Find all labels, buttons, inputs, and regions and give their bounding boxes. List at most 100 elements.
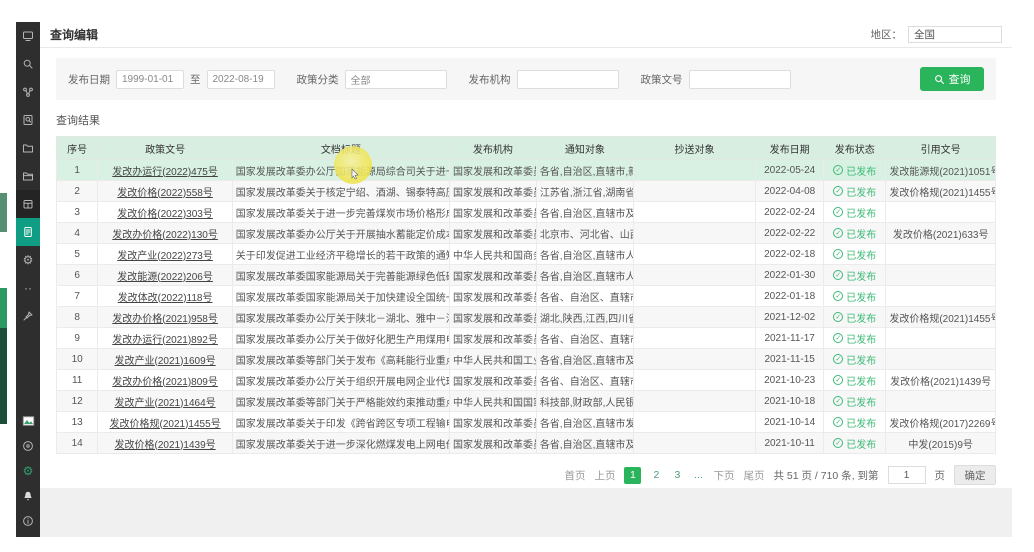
first-page-button[interactable]: 首页: [564, 468, 585, 483]
folder-open-icon[interactable]: [16, 162, 40, 190]
category-label: 政策分类: [297, 72, 339, 87]
doc-no-link[interactable]: 发改办价格(2022)130号: [112, 230, 218, 241]
cell-no: 7: [57, 286, 98, 307]
cell-agency: 国家发展和改革委员会: [449, 433, 536, 454]
table-row[interactable]: 14 发改价格(2021)1439号 国家发展改革委关于进一步深化燃煤发电上网电…: [57, 433, 996, 454]
doc-no-link[interactable]: 发改办运行(2022)475号: [112, 167, 218, 178]
cell-notify: 各省,自治区,直辖市,新疆生: [536, 160, 633, 181]
confirm-button[interactable]: 确定: [954, 465, 996, 485]
cell-doc-no: 发改价格规(2021)1455号: [98, 412, 232, 433]
table-row[interactable]: 7 发改体改(2022)118号 国家发展改革委国家能源局关于加快建设全国统一电…: [57, 286, 996, 307]
sidebar-bottom: ⚙: [16, 408, 40, 533]
doc-no-link[interactable]: 发改体改(2022)118号: [118, 293, 213, 304]
table-row[interactable]: 5 发改产业(2022)273号 关于印发促进工业经济平稳增长的若干政策的通知 …: [57, 244, 996, 265]
pin-icon[interactable]: [16, 302, 40, 330]
cell-date: 2022-01-18: [756, 286, 824, 307]
prev-page-button[interactable]: 上页: [594, 468, 615, 483]
doc-no-input[interactable]: [689, 70, 791, 89]
published-check-icon: [833, 207, 843, 217]
doc-no-link[interactable]: 发改价格(2022)303号: [117, 209, 213, 220]
cell-cc: [634, 160, 756, 181]
status-text: 已发布: [846, 205, 876, 220]
search-icon[interactable]: [16, 50, 40, 78]
bell-icon[interactable]: [16, 483, 40, 508]
doc-no-link[interactable]: 发改办运行(2021)892号: [112, 335, 218, 346]
table-row[interactable]: 13 发改价格规(2021)1455号 国家发展改革委关于印发《跨省跨区专项工程…: [57, 412, 996, 433]
table-row[interactable]: 12 发改产业(2021)1464号 国家发展改革委等部门关于严格能效约束推动重…: [57, 391, 996, 412]
cell-date: 2021-12-02: [756, 307, 824, 328]
doc-no-link[interactable]: 发改办价格(2021)958号: [112, 314, 218, 325]
doc-no-link[interactable]: 发改产业(2022)273号: [117, 251, 213, 262]
page-number[interactable]: 1: [624, 467, 641, 484]
cell-notify: 北京市、河北省、山西: [536, 223, 633, 244]
date-to-input[interactable]: [207, 70, 275, 89]
doc-no-link[interactable]: 发改价格规(2021)1455号: [110, 419, 221, 430]
table-row[interactable]: 1 发改办运行(2022)475号 国家发展改革委办公厅国家能源局综合司关于进一…: [57, 160, 996, 181]
table-row[interactable]: 4 发改办价格(2022)130号 国家发展改革委办公厅关于开展抽水蓄能定价成本…: [57, 223, 996, 244]
table-row[interactable]: 2 发改价格(2022)558号 国家发展改革委关于核定宁绍、酒湖、锡泰特高压直…: [57, 181, 996, 202]
doc-no-link[interactable]: 发改产业(2021)1609号: [115, 356, 216, 367]
agency-input[interactable]: [517, 70, 619, 89]
cell-cc: [634, 412, 756, 433]
cell-date: 2021-11-15: [756, 349, 824, 370]
more-icon[interactable]: ··: [16, 274, 40, 302]
cell-no: 3: [57, 202, 98, 223]
search-button[interactable]: 查询: [920, 67, 984, 91]
info-icon[interactable]: [16, 508, 40, 533]
cell-cc: [634, 307, 756, 328]
status-text: 已发布: [846, 352, 876, 367]
published-check-icon: [833, 291, 843, 301]
next-page-button[interactable]: 下页: [713, 468, 734, 483]
cell-doc-no: 发改产业(2021)1609号: [98, 349, 232, 370]
cell-status: 已发布: [824, 391, 886, 412]
cell-notify: 各省、自治区、直辖市发: [536, 328, 633, 349]
doc-no-link[interactable]: 发改能源(2022)206号: [117, 272, 213, 283]
status-text: 已发布: [846, 394, 876, 409]
cell-status: 已发布: [824, 265, 886, 286]
cell-status: 已发布: [824, 160, 886, 181]
page-unit-label: 页: [935, 468, 946, 483]
category-input[interactable]: [345, 70, 447, 89]
cell-notify: 各省,自治区,直辖市及计划: [536, 202, 633, 223]
table-row[interactable]: 8 发改办价格(2021)958号 国家发展改革委办公厅关于陕北－湖北、雅中－江…: [57, 307, 996, 328]
folder-icon[interactable]: [16, 134, 40, 162]
doc-no-link[interactable]: 发改办价格(2021)809号: [112, 377, 218, 388]
cell-cc: [634, 328, 756, 349]
cell-notify: 江苏省,浙江省,湖南省,内蒙: [536, 181, 633, 202]
table-row[interactable]: 9 发改办运行(2021)892号 国家发展改革委办公厅关于做好化肥生产用煤用电…: [57, 328, 996, 349]
monitor-edit-icon[interactable]: [16, 22, 40, 50]
published-check-icon: [833, 249, 843, 259]
cell-doc-no: 发改价格(2022)303号: [98, 202, 232, 223]
table-row[interactable]: 10 发改产业(2021)1609号 国家发展改革委等部门关于发布《高耗能行业重…: [57, 349, 996, 370]
cell-status: 已发布: [824, 202, 886, 223]
date-from-input[interactable]: [116, 70, 184, 89]
table-row[interactable]: 3 发改价格(2022)303号 国家发展改革委关于进一步完善煤炭市场价格形成机…: [57, 202, 996, 223]
click-indicator: [334, 146, 372, 184]
green-gear-icon[interactable]: ⚙: [16, 458, 40, 483]
cell-title: 国家发展改革委等部门关于严格能效约束推动重点领域节能降: [232, 391, 449, 412]
document-icon[interactable]: [16, 218, 40, 246]
doc-search-icon[interactable]: [16, 106, 40, 134]
doc-no-link[interactable]: 发改价格(2021)1439号: [115, 440, 216, 451]
page-number[interactable]: 3: [671, 469, 683, 481]
image-thumb-icon[interactable]: [16, 408, 40, 433]
compass-icon[interactable]: [16, 433, 40, 458]
cell-no: 13: [57, 412, 98, 433]
last-page-button[interactable]: 尾页: [743, 468, 764, 483]
region-input[interactable]: [908, 26, 1002, 43]
goto-page-input[interactable]: [888, 466, 926, 484]
gear-icon[interactable]: ⚙: [16, 246, 40, 274]
cell-cited: 发改价格规(2017)2269号;中发: [886, 412, 996, 433]
cell-title: 国家发展改革委关于核定宁绍、酒湖、锡泰特高压直流工程输: [232, 181, 449, 202]
table-row[interactable]: 11 发改办价格(2021)809号 国家发展改革委办公厅关于组织开展电网企业代…: [57, 370, 996, 391]
page-number[interactable]: 2: [650, 469, 662, 481]
page-title: 查询编辑: [50, 26, 98, 43]
cell-agency: 中华人民共和国商务部,中: [449, 244, 536, 265]
col-header-agency: 发布机构: [449, 137, 536, 160]
flow-icon[interactable]: [16, 78, 40, 106]
doc-no-link[interactable]: 发改价格(2022)558号: [117, 188, 213, 199]
doc-no-link[interactable]: 发改产业(2021)1464号: [115, 398, 216, 409]
archive-icon[interactable]: [16, 190, 40, 218]
cell-doc-no: 发改办运行(2021)892号: [98, 328, 232, 349]
table-row[interactable]: 6 发改能源(2022)206号 国家发展改革委国家能源局关于完善能源绿色低碳转…: [57, 265, 996, 286]
